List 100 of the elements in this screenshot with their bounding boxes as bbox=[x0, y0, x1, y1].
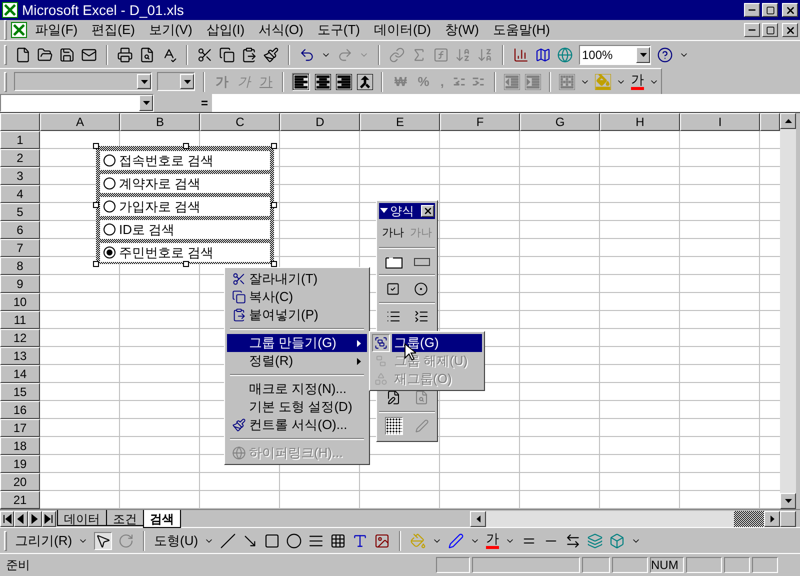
column-header[interactable]: B bbox=[120, 113, 200, 131]
selected-option-group[interactable]: 접속번호로 검색 계약자로 검색 가입자로 검색 ID로 검색 주민번호로 검색 bbox=[96, 146, 274, 264]
radio-button-icon[interactable] bbox=[103, 223, 116, 236]
toolbar-title-bar[interactable]: 양식 bbox=[379, 203, 435, 219]
dropdown-button[interactable] bbox=[180, 74, 194, 89]
column-header[interactable]: D bbox=[280, 113, 360, 131]
row-header[interactable]: 10 bbox=[0, 293, 40, 311]
row-header[interactable]: 15 bbox=[0, 383, 40, 401]
map-icon[interactable] bbox=[535, 46, 551, 62]
row-header[interactable]: 3 bbox=[0, 167, 40, 185]
toolbar-menu-caret-icon[interactable] bbox=[380, 208, 388, 214]
equals-sign[interactable]: = bbox=[200, 94, 208, 112]
next-sheet-icon[interactable] bbox=[28, 510, 42, 526]
selection-handle[interactable] bbox=[271, 202, 277, 208]
radio-button-icon[interactable] bbox=[414, 282, 428, 296]
column-header[interactable] bbox=[760, 113, 780, 131]
row-header[interactable]: 1 bbox=[0, 131, 40, 149]
undo-icon[interactable] bbox=[299, 46, 315, 62]
save-icon[interactable] bbox=[59, 46, 75, 62]
row-header[interactable]: 19 bbox=[0, 455, 40, 473]
menu-item[interactable]: 창(W) bbox=[439, 20, 485, 40]
sheet-tab[interactable]: 데이터 bbox=[57, 510, 107, 526]
option-button[interactable]: 계약자로 검색 bbox=[100, 174, 270, 193]
selection-handle[interactable] bbox=[271, 143, 277, 149]
column-header[interactable]: E bbox=[360, 113, 440, 131]
selection-handle[interactable] bbox=[93, 202, 99, 208]
close-button[interactable] bbox=[421, 205, 434, 217]
row-header[interactable]: 20 bbox=[0, 473, 40, 491]
menu-item[interactable]: 삽입(I) bbox=[200, 20, 251, 40]
oval-icon[interactable] bbox=[286, 532, 302, 548]
menu-item[interactable]: 붙여넣기(P) bbox=[227, 306, 367, 324]
draw-menu-button[interactable]: 그리기(R) bbox=[15, 530, 72, 550]
restore-button[interactable] bbox=[762, 3, 778, 17]
row-header[interactable]: 5 bbox=[0, 203, 40, 221]
arrow-style-icon[interactable] bbox=[565, 532, 582, 548]
column-header[interactable]: I bbox=[680, 113, 760, 131]
label-tool-button[interactable]: 가나 bbox=[382, 224, 404, 242]
scroll-right-button[interactable] bbox=[764, 510, 780, 526]
column-header[interactable]: H bbox=[600, 113, 680, 131]
autoshapes-menu-button[interactable]: 도형(U) bbox=[154, 530, 198, 550]
dropdown-button[interactable] bbox=[139, 95, 153, 111]
rectangle-icon[interactable] bbox=[264, 532, 280, 548]
menu-item[interactable]: 편집(E) bbox=[86, 20, 141, 40]
align-left-button[interactable] bbox=[292, 72, 310, 90]
font-color-button[interactable]: 가 bbox=[631, 73, 644, 90]
formula-input[interactable] bbox=[212, 94, 800, 112]
three-d-icon[interactable] bbox=[609, 532, 626, 548]
selection-handle[interactable] bbox=[93, 143, 99, 149]
row-header[interactable]: 8 bbox=[0, 257, 40, 275]
menu-item[interactable]: 도구(T) bbox=[311, 20, 366, 40]
font-size-combobox[interactable] bbox=[157, 72, 196, 91]
group-icon[interactable] bbox=[374, 336, 388, 350]
option-button[interactable]: ID로 검색 bbox=[100, 220, 270, 239]
zoom-combobox[interactable]: 100% bbox=[579, 44, 651, 64]
menu-item[interactable]: 파일(F) bbox=[29, 20, 84, 40]
printer-icon[interactable] bbox=[117, 46, 133, 62]
toolbar-handle[interactable] bbox=[4, 530, 7, 550]
align-center-icon[interactable] bbox=[315, 74, 332, 90]
row-header[interactable]: 6 bbox=[0, 221, 40, 239]
checkbox-icon[interactable] bbox=[386, 282, 400, 296]
menu-item[interactable]: 도움말(H) bbox=[486, 20, 556, 40]
chart-icon[interactable] bbox=[513, 46, 529, 62]
column-header[interactable]: F bbox=[440, 113, 520, 131]
paste-icon[interactable] bbox=[241, 46, 257, 62]
column-header[interactable]: G bbox=[520, 113, 600, 131]
row-header[interactable]: 14 bbox=[0, 365, 40, 383]
line-icon[interactable] bbox=[220, 532, 236, 548]
menu-item[interactable]: 매크로 지정(N)... bbox=[227, 380, 367, 398]
option-button[interactable]: 주민번호로 검색 bbox=[100, 243, 270, 262]
row-header[interactable]: 11 bbox=[0, 311, 40, 329]
combo-box-icon[interactable] bbox=[414, 309, 428, 324]
option-button[interactable]: 가입자로 검색 bbox=[100, 197, 270, 216]
dropdown-button[interactable] bbox=[137, 74, 152, 89]
fill-color-icon[interactable] bbox=[595, 74, 611, 90]
mail-icon[interactable] bbox=[81, 46, 97, 62]
merge-center-icon[interactable] bbox=[357, 74, 374, 90]
row-header[interactable]: 21 bbox=[0, 491, 40, 509]
last-sheet-icon[interactable] bbox=[42, 510, 56, 526]
row-header[interactable]: 2 bbox=[0, 149, 40, 167]
clip-art-icon[interactable] bbox=[374, 532, 390, 548]
row-header[interactable]: 13 bbox=[0, 347, 40, 365]
print-preview-icon[interactable] bbox=[139, 46, 155, 62]
selection-handle[interactable] bbox=[183, 143, 189, 149]
vertical-scrollbar[interactable] bbox=[780, 113, 796, 509]
close-button[interactable] bbox=[782, 3, 798, 17]
select-all-corner[interactable] bbox=[0, 113, 40, 131]
menu-item[interactable]: 잘라내기(T) bbox=[227, 270, 367, 288]
toolbar-handle[interactable] bbox=[4, 44, 7, 64]
split-box[interactable] bbox=[780, 510, 796, 526]
menu-item[interactable]: 보기(V) bbox=[142, 20, 198, 40]
restore-button[interactable] bbox=[762, 23, 778, 37]
scroll-up-button[interactable] bbox=[780, 113, 796, 129]
selection-handle[interactable] bbox=[93, 261, 99, 267]
grid-toggle-icon[interactable] bbox=[385, 416, 403, 435]
menu-item[interactable]: 정렬(R) bbox=[227, 352, 367, 370]
row-header[interactable]: 7 bbox=[0, 239, 40, 257]
select-objects-button[interactable] bbox=[94, 532, 112, 550]
globe-icon[interactable] bbox=[557, 46, 573, 62]
column-header[interactable]: A bbox=[40, 113, 120, 131]
command-button-icon[interactable] bbox=[414, 256, 430, 267]
